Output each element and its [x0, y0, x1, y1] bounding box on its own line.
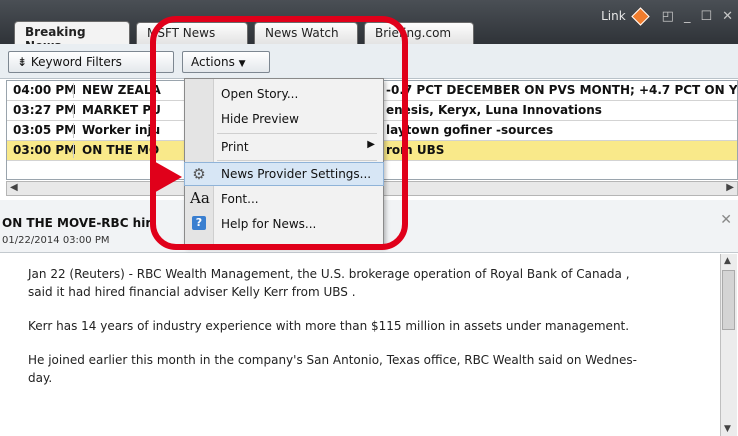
story-paragraph: said it had hired financial adviser Kell…: [28, 285, 356, 299]
window-controls: Link ◰ _ ☐ ✕: [601, 6, 738, 26]
story-paragraph: Kerr has 14 years of industry experience…: [28, 319, 630, 333]
scroll-down-icon[interactable]: ▼: [724, 424, 731, 434]
story-date: 01/22/2014 03:00 PM: [2, 235, 110, 246]
maximize-icon[interactable]: ☐: [700, 9, 712, 24]
row-time: 04:00 PM: [13, 83, 77, 97]
row-headline: ON THE MO rom UBS: [73, 143, 444, 158]
row-headline: MARKET PU enesis, Keryx, Luna Innovations: [73, 103, 602, 118]
restore-icon[interactable]: ◰: [662, 9, 674, 24]
close-icon[interactable]: ✕: [720, 212, 732, 228]
scroll-up-icon[interactable]: ▲: [724, 256, 731, 266]
story-paragraph: He joined earlier this month in the comp…: [28, 353, 637, 367]
row-time: 03:00 PM: [13, 143, 77, 157]
vertical-scrollbar[interactable]: ▲ ▼: [720, 254, 737, 436]
close-icon[interactable]: ✕: [722, 9, 733, 24]
row-headline: Worker inju laytown gofiner -sources: [73, 123, 553, 138]
keyword-filters-label: Keyword Filters: [30, 55, 122, 69]
link-label[interactable]: Link: [601, 9, 626, 23]
row-time: 03:05 PM: [13, 123, 77, 137]
tab-breaking-news[interactable]: Breaking News: [14, 21, 130, 53]
row-time: 03:27 PM: [13, 103, 77, 117]
story-title: ON THE MOVE-RBC hirS: [2, 216, 263, 230]
scroll-thumb[interactable]: [722, 270, 735, 330]
minimize-icon[interactable]: _: [684, 9, 691, 24]
scroll-left-icon[interactable]: ◀: [10, 182, 18, 193]
story-paragraph: day.: [28, 371, 53, 385]
filter-icon: ⇟: [17, 55, 28, 69]
scroll-right-icon[interactable]: ▶: [726, 182, 734, 193]
story-body: Jan 22 (Reuters) - RBC Wealth Management…: [6, 254, 718, 436]
highlight-ring: [150, 16, 408, 250]
pointer-arrow-icon: [152, 160, 182, 194]
link-color-icon[interactable]: [630, 6, 650, 26]
row-headline: NEW ZEALA -0.7 PCT DECEMBER ON PVS MONTH;…: [73, 83, 737, 98]
story-paragraph: Jan 22 (Reuters) - RBC Wealth Management…: [28, 267, 630, 281]
